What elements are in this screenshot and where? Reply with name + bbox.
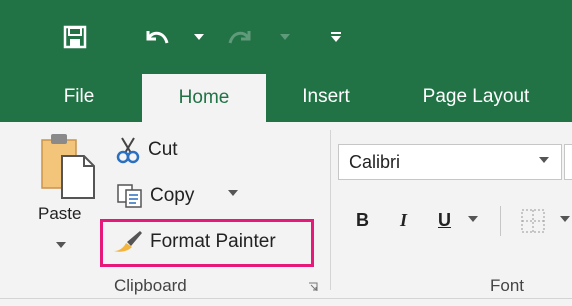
- clipboard-icon: [41, 134, 95, 199]
- tab-home[interactable]: Home: [142, 74, 266, 122]
- bold-button[interactable]: B: [356, 210, 369, 231]
- copy-icon: [116, 183, 144, 209]
- customize-qat-button[interactable]: [326, 24, 346, 50]
- clipboard-group-label: Clipboard: [114, 276, 187, 295]
- cut-button[interactable]: Cut: [114, 134, 178, 166]
- chevron-down-icon[interactable]: [539, 157, 549, 163]
- customize-qat-icon: [331, 32, 341, 42]
- copy-button[interactable]: Copy: [116, 180, 194, 212]
- format-painter-button[interactable]: Format Painter: [112, 226, 276, 258]
- copy-dropdown-icon[interactable]: [228, 190, 238, 196]
- paste-button[interactable]: Paste: [34, 132, 98, 272]
- dialog-launcher-icon[interactable]: [308, 282, 318, 292]
- redo-dropdown[interactable]: [278, 30, 292, 44]
- chevron-down-icon: [194, 34, 204, 40]
- quick-access-toolbar: [0, 0, 572, 72]
- undo-dropdown[interactable]: [192, 30, 206, 44]
- chevron-down-icon: [280, 34, 290, 40]
- ribbon-tabs: File Home Insert Page Layout: [0, 72, 572, 122]
- redo-button[interactable]: [222, 20, 258, 54]
- font-size-combobox[interactable]: [564, 144, 572, 180]
- tab-page-layout[interactable]: Page Layout: [396, 72, 556, 122]
- undo-button[interactable]: [138, 20, 176, 54]
- save-icon: [63, 25, 87, 49]
- redo-icon: [228, 31, 251, 44]
- group-separator: [330, 130, 331, 290]
- toolbar-separator: [500, 206, 501, 236]
- undo-icon: [146, 31, 169, 44]
- italic-button[interactable]: I: [400, 210, 407, 231]
- chevron-down-icon[interactable]: [468, 216, 478, 222]
- font-name-value: Calibri: [349, 152, 401, 172]
- save-button[interactable]: [58, 20, 92, 54]
- borders-icon[interactable]: [520, 208, 546, 234]
- paintbrush-icon: [112, 229, 144, 255]
- copy-label: Copy: [150, 185, 195, 206]
- paste-label: Paste: [38, 204, 82, 223]
- cut-label: Cut: [148, 139, 178, 160]
- font-group-label: Font: [490, 276, 525, 295]
- chevron-down-icon[interactable]: [560, 216, 570, 222]
- underline-button[interactable]: U: [438, 210, 451, 231]
- scissors-icon: [114, 136, 142, 164]
- ribbon-divider: [0, 298, 572, 299]
- font-name-combobox[interactable]: Calibri: [338, 144, 562, 180]
- format-painter-label: Format Painter: [150, 231, 276, 252]
- tab-insert[interactable]: Insert: [280, 72, 372, 122]
- tab-file[interactable]: File: [44, 72, 114, 122]
- chevron-down-icon: [56, 242, 66, 248]
